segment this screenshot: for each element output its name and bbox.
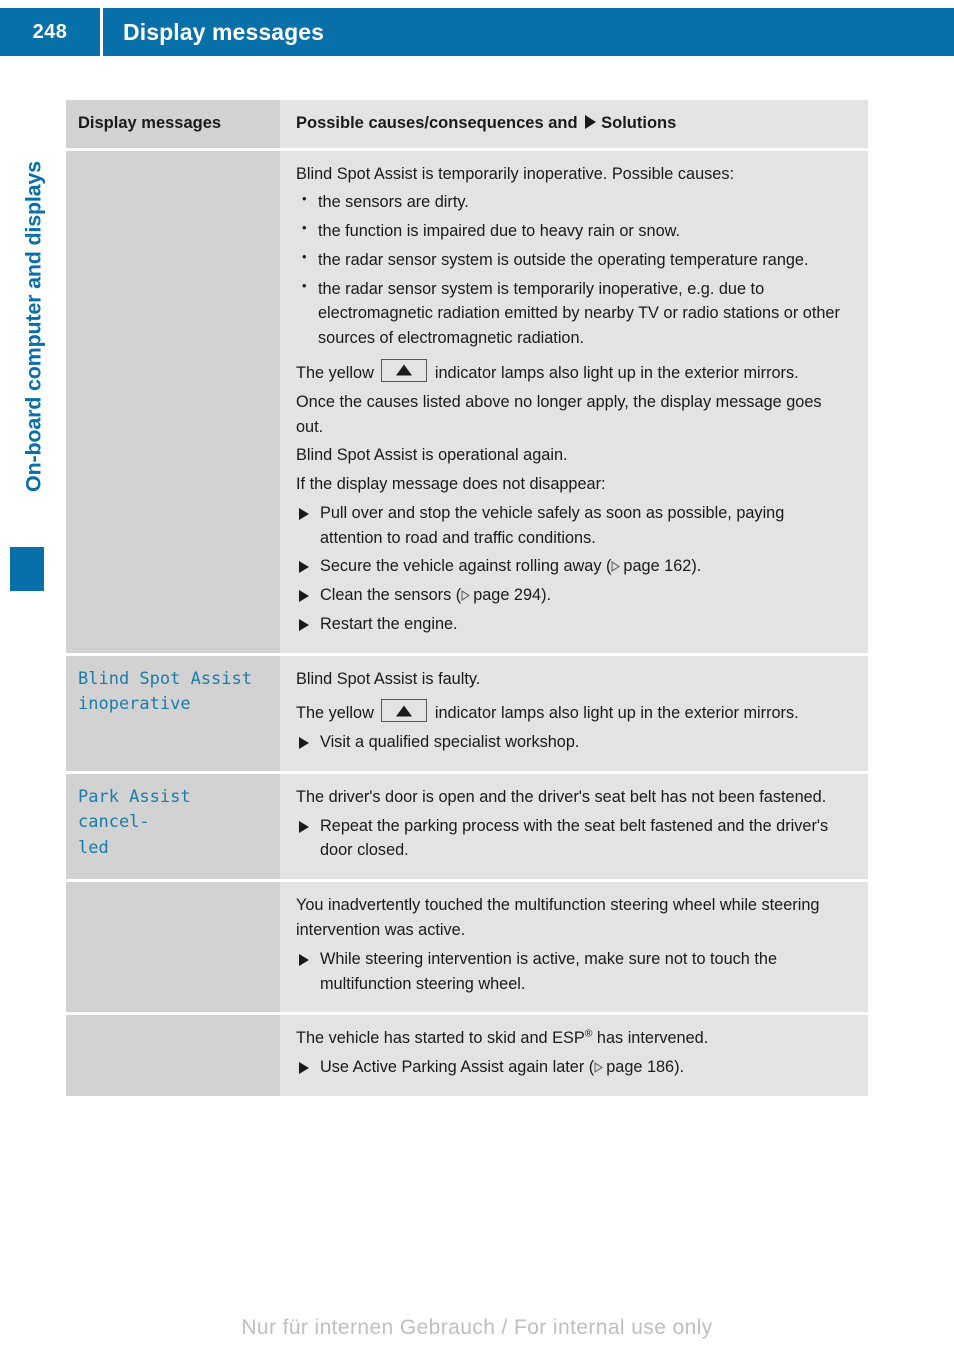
- page-reference-triangle-icon: [594, 1062, 604, 1074]
- action-step: Clean the sensors (page 294).: [296, 583, 850, 608]
- table-row: Park Assist cancel- led The driver's door…: [66, 773, 868, 880]
- action-step: Repeat the parking process with the seat…: [296, 814, 850, 864]
- body-paragraph: Once the causes listed above no longer a…: [296, 392, 822, 436]
- bullet-item: the sensors are dirty.: [296, 189, 850, 215]
- action-step: Use Active Parking Assist again later (p…: [296, 1055, 850, 1080]
- chapter-label: On-board computer and displays: [21, 161, 46, 492]
- causes-solutions-cell: The driver's door is open and the driver…: [280, 773, 868, 880]
- display-message-code: Blind Spot Assist inoperative: [78, 668, 252, 715]
- chapter-tab-marker: [10, 547, 44, 591]
- action-step: Secure the vehicle against rolling away …: [296, 554, 850, 579]
- action-step: Visit a qualified specialist workshop.: [296, 730, 850, 755]
- body-paragraph: The driver's door is open and the driver…: [296, 787, 827, 806]
- body-paragraph: Blind Spot Assist is operational again.: [296, 446, 568, 465]
- page-reference-triangle-icon: [461, 590, 471, 602]
- causes-solutions-cell: You inadvertently touched the multifunct…: [280, 882, 868, 1013]
- page-title: Display messages: [123, 18, 325, 45]
- table-row: Blind Spot Assist inoperative Blind Spot …: [66, 655, 868, 771]
- page-reference: page 162: [623, 557, 692, 576]
- indicator-lamp-icon: [381, 358, 428, 382]
- table-row: Blind Spot Assist is temporarily inopera…: [66, 150, 868, 653]
- indicator-lamp-paragraph: The yellow indicator lamps also light up…: [296, 695, 850, 726]
- table-row: The vehicle has started to skid and ESP®…: [66, 1015, 868, 1096]
- table-header-left-cell: Display messages: [66, 100, 280, 148]
- footer-watermark: Nur für internen Gebrauch / For internal…: [241, 1316, 713, 1339]
- causes-solutions-cell: Blind Spot Assist is faulty. The yellow i…: [280, 655, 868, 771]
- page-reference: page 294: [473, 586, 542, 605]
- bullet-item: the radar sensor system is temporarily i…: [296, 276, 850, 351]
- indicator-lamp-icon: [381, 699, 428, 723]
- bullet-item: the function is impaired due to heavy ra…: [296, 218, 850, 244]
- page-reference: page 186: [606, 1058, 675, 1077]
- body-paragraph: The vehicle has started to skid and ESP®…: [296, 1028, 709, 1048]
- body-paragraph: If the display message does not disappea…: [296, 475, 606, 494]
- solutions-triangle-icon: [585, 115, 597, 129]
- message-cell: [66, 1015, 280, 1096]
- column-header-causes-solutions: Possible causes/consequences and Solutio…: [296, 114, 677, 132]
- page-reference-triangle-icon: [611, 561, 621, 573]
- page-header-bar: 248 Display messages: [0, 8, 954, 56]
- table-row: You inadvertently touched the multifunct…: [66, 882, 868, 1013]
- causes-solutions-cell: The vehicle has started to skid and ESP®…: [280, 1015, 868, 1096]
- page-number: 248: [32, 20, 68, 43]
- message-cell: Park Assist cancel- led: [66, 773, 280, 880]
- causes-solutions-cell: Blind Spot Assist is temporarily inopera…: [280, 150, 868, 653]
- body-paragraph: You inadvertently touched the multifunct…: [296, 896, 820, 939]
- message-cell: [66, 150, 280, 653]
- bullet-item: the radar sensor system is outside the o…: [296, 247, 850, 273]
- message-cell: Blind Spot Assist inoperative: [66, 655, 280, 771]
- chapter-sidebar: On-board computer and displays: [0, 100, 66, 620]
- indicator-lamp-paragraph: The yellow indicator lamps also light up…: [296, 355, 850, 386]
- body-paragraph: Blind Spot Assist is faulty.: [296, 669, 481, 688]
- display-message-code: Park Assist cancel- led: [78, 786, 191, 858]
- table-header-right-cell: Possible causes/consequences and Solutio…: [280, 100, 868, 148]
- table-header-row: Display messages Possible causes/conseque…: [66, 100, 868, 148]
- action-step: Restart the engine.: [296, 612, 850, 637]
- action-step: While steering intervention is active, m…: [296, 947, 850, 997]
- body-paragraph: Blind Spot Assist is temporarily inopera…: [296, 164, 734, 183]
- registered-trademark-icon: ®: [584, 1028, 593, 1040]
- message-cell: [66, 882, 280, 1013]
- action-step: Pull over and stop the vehicle safely as…: [296, 501, 850, 551]
- column-header-display-messages: Display messages: [78, 114, 222, 132]
- display-messages-table: Display messages Possible causes/conseque…: [66, 100, 868, 1096]
